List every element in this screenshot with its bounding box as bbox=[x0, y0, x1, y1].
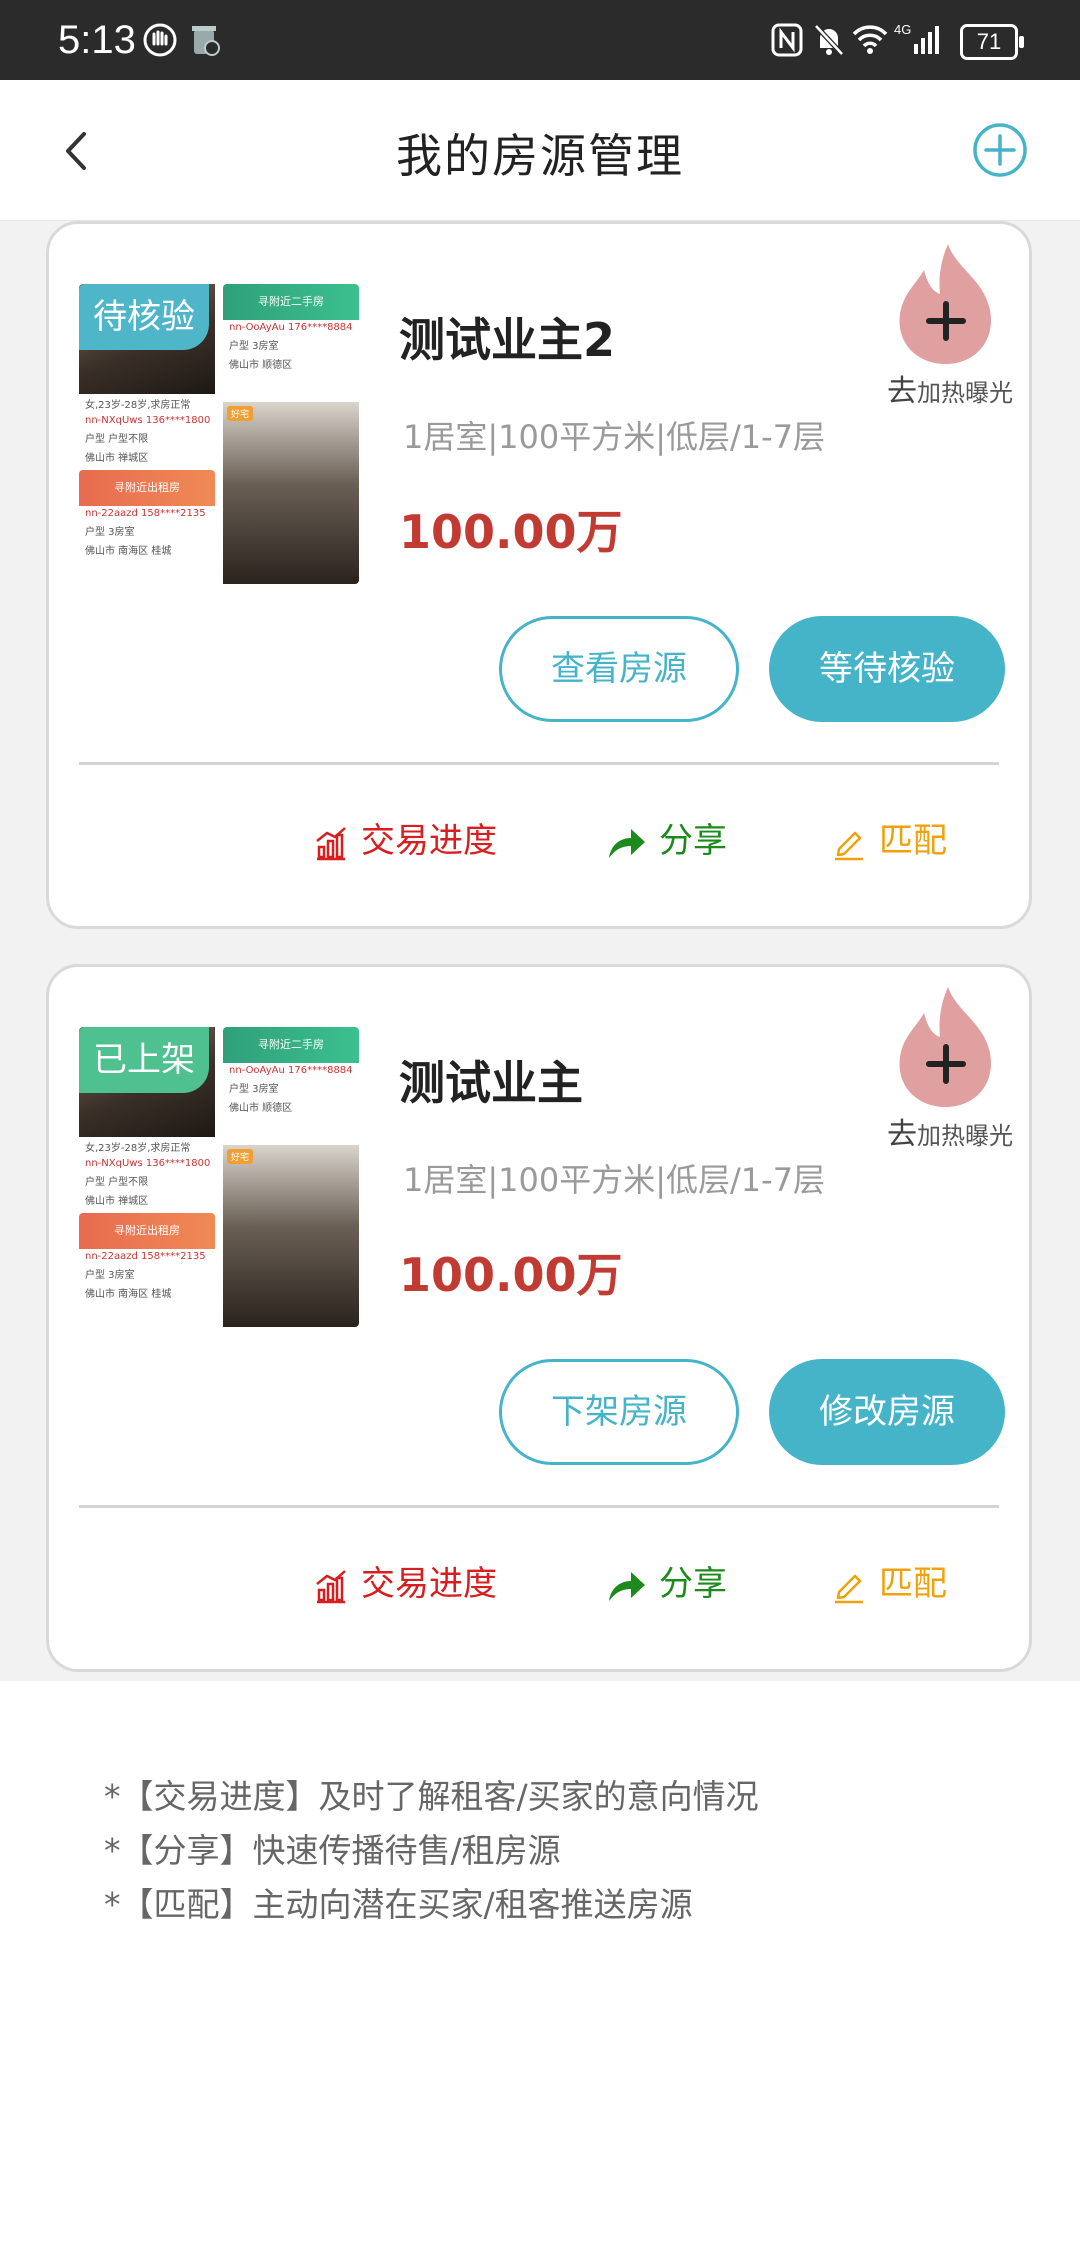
nfc-icon bbox=[770, 22, 804, 62]
share-arrow-icon bbox=[609, 1571, 645, 1601]
status-time: 5:13 bbox=[58, 18, 136, 62]
share-label: 分享 bbox=[659, 821, 727, 861]
progress-label: 交易进度 bbox=[361, 1564, 497, 1604]
app-header: 我的房源管理 bbox=[0, 80, 1080, 221]
listing-card[interactable]: 女,23岁-28岁,求房正常 nn-NXqUws 136****1800 户型 … bbox=[46, 221, 1032, 929]
cleaner-icon bbox=[188, 22, 222, 62]
card-divider bbox=[79, 1505, 999, 1508]
match-label: 匹配 bbox=[879, 821, 947, 861]
listing-meta: 1居室|100平方米|低层/1-7层 bbox=[403, 1161, 826, 1199]
thumb-text: 户型 3房室 bbox=[85, 1270, 135, 1281]
thumb-text: 佛山市 顺德区 bbox=[229, 360, 293, 371]
thumb-text: 户型 3房室 bbox=[85, 527, 135, 538]
thumb-text: nn-22aazd 158****2135 bbox=[85, 508, 206, 519]
thumb-text: nn-NXqUws 136****1800 bbox=[85, 415, 211, 426]
thumb-text: 寻附近二手房 bbox=[223, 284, 359, 320]
transaction-progress-button[interactable]: 交易进度 bbox=[313, 816, 497, 866]
thumb-text: nn-OoAyAu 176****8884 bbox=[229, 322, 353, 333]
match-label: 匹配 bbox=[879, 1564, 947, 1604]
boost-prefix: 去 bbox=[887, 1117, 917, 1152]
thumb-text: 户型 3房室 bbox=[229, 341, 279, 352]
bar-chart-icon bbox=[316, 826, 346, 860]
thumb-tag: 好宅 bbox=[227, 1149, 254, 1164]
thumb-text: 佛山市 顺德区 bbox=[229, 1103, 293, 1114]
note-match: *【匹配】主动向潜在买家/租客推送房源 bbox=[104, 1885, 693, 1924]
thumb-text: nn-NXqUws 136****1800 bbox=[85, 1158, 211, 1169]
pencil-icon bbox=[835, 831, 863, 860]
share-button[interactable]: 分享 bbox=[607, 1559, 727, 1609]
mute-bell-icon bbox=[812, 22, 846, 62]
thumb-text: 佛山市 南海区 桂城 bbox=[85, 546, 172, 557]
thumb-text: 女,23岁-28岁,求房正常 bbox=[85, 1143, 191, 1154]
thumb-tag: 好宅 bbox=[227, 406, 254, 421]
boost-exposure-button[interactable]: 去加热曝光 bbox=[881, 238, 1013, 409]
page-title: 我的房源管理 bbox=[396, 129, 684, 183]
thumb-text: 寻附近二手房 bbox=[223, 1027, 359, 1063]
boost-prefix: 去 bbox=[887, 374, 917, 409]
note-progress: *【交易进度】及时了解租客/买家的意向情况 bbox=[104, 1777, 759, 1816]
card-divider bbox=[79, 762, 999, 765]
boost-text: 加热曝光 bbox=[917, 379, 1013, 407]
hand-icon bbox=[142, 22, 178, 62]
pencil-icon bbox=[835, 1574, 863, 1603]
share-arrow-icon bbox=[609, 828, 645, 858]
primary-action-button[interactable]: 修改房源 bbox=[769, 1359, 1005, 1465]
feature-notes: *【交易进度】及时了解租客/买家的意向情况 *【分享】快速传播待售/租房源 *【… bbox=[104, 1770, 759, 1932]
share-label: 分享 bbox=[659, 1564, 727, 1604]
secondary-action-button[interactable]: 下架房源 bbox=[499, 1359, 739, 1465]
thumb-text: 佛山市 禅城区 bbox=[85, 453, 149, 464]
boost-label: 去加热曝光 bbox=[881, 1109, 1019, 1153]
status-badge: 已上架 bbox=[79, 1027, 209, 1093]
thumb-text: nn-22aazd 158****2135 bbox=[85, 1251, 206, 1262]
wifi-icon bbox=[850, 20, 890, 60]
battery-indicator: 71 bbox=[960, 24, 1024, 60]
thumb-text: 女,23岁-28岁,求房正常 bbox=[85, 400, 191, 411]
boost-text: 加热曝光 bbox=[917, 1122, 1013, 1150]
thumb-text: 寻附近出租房 bbox=[79, 470, 215, 506]
thumb-text: 佛山市 南海区 桂城 bbox=[85, 1289, 172, 1300]
secondary-action-button[interactable]: 查看房源 bbox=[499, 616, 739, 722]
match-button[interactable]: 匹配 bbox=[831, 816, 947, 866]
boost-label: 去加热曝光 bbox=[881, 366, 1019, 410]
progress-label: 交易进度 bbox=[361, 821, 497, 861]
share-button[interactable]: 分享 bbox=[607, 816, 727, 866]
thumb-text: 户型 3房室 bbox=[229, 1084, 279, 1095]
listing-price: 100.00万 bbox=[399, 505, 623, 559]
match-button[interactable]: 匹配 bbox=[831, 1559, 947, 1609]
svg-text:4G: 4G bbox=[894, 22, 911, 37]
thumb-text: 户型 户型不限 bbox=[85, 434, 149, 445]
bar-chart-icon bbox=[316, 1569, 346, 1603]
transaction-progress-button[interactable]: 交易进度 bbox=[313, 1559, 497, 1609]
signal-icon: 4G bbox=[894, 20, 948, 62]
listing-card[interactable]: 女,23岁-28岁,求房正常 nn-NXqUws 136****1800 户型 … bbox=[46, 964, 1032, 1672]
note-share: *【分享】快速传播待售/租房源 bbox=[104, 1831, 561, 1870]
thumb-text: 佛山市 禅城区 bbox=[85, 1196, 149, 1207]
status-badge: 待核验 bbox=[79, 284, 209, 350]
listing-price: 100.00万 bbox=[399, 1248, 623, 1302]
add-listing-button[interactable] bbox=[972, 122, 1028, 178]
boost-exposure-button[interactable]: 去加热曝光 bbox=[881, 981, 1013, 1152]
listing-title: 测试业主2 bbox=[399, 313, 616, 367]
primary-action-button[interactable]: 等待核验 bbox=[769, 616, 1005, 722]
thumb-text: nn-OoAyAu 176****8884 bbox=[229, 1065, 353, 1076]
listing-title: 测试业主 bbox=[399, 1056, 583, 1110]
listing-meta: 1居室|100平方米|低层/1-7层 bbox=[403, 418, 826, 456]
thumb-text: 户型 户型不限 bbox=[85, 1177, 149, 1188]
thumb-text: 寻附近出租房 bbox=[79, 1213, 215, 1249]
status-bar: 5:13 4G 71 bbox=[0, 0, 1080, 80]
